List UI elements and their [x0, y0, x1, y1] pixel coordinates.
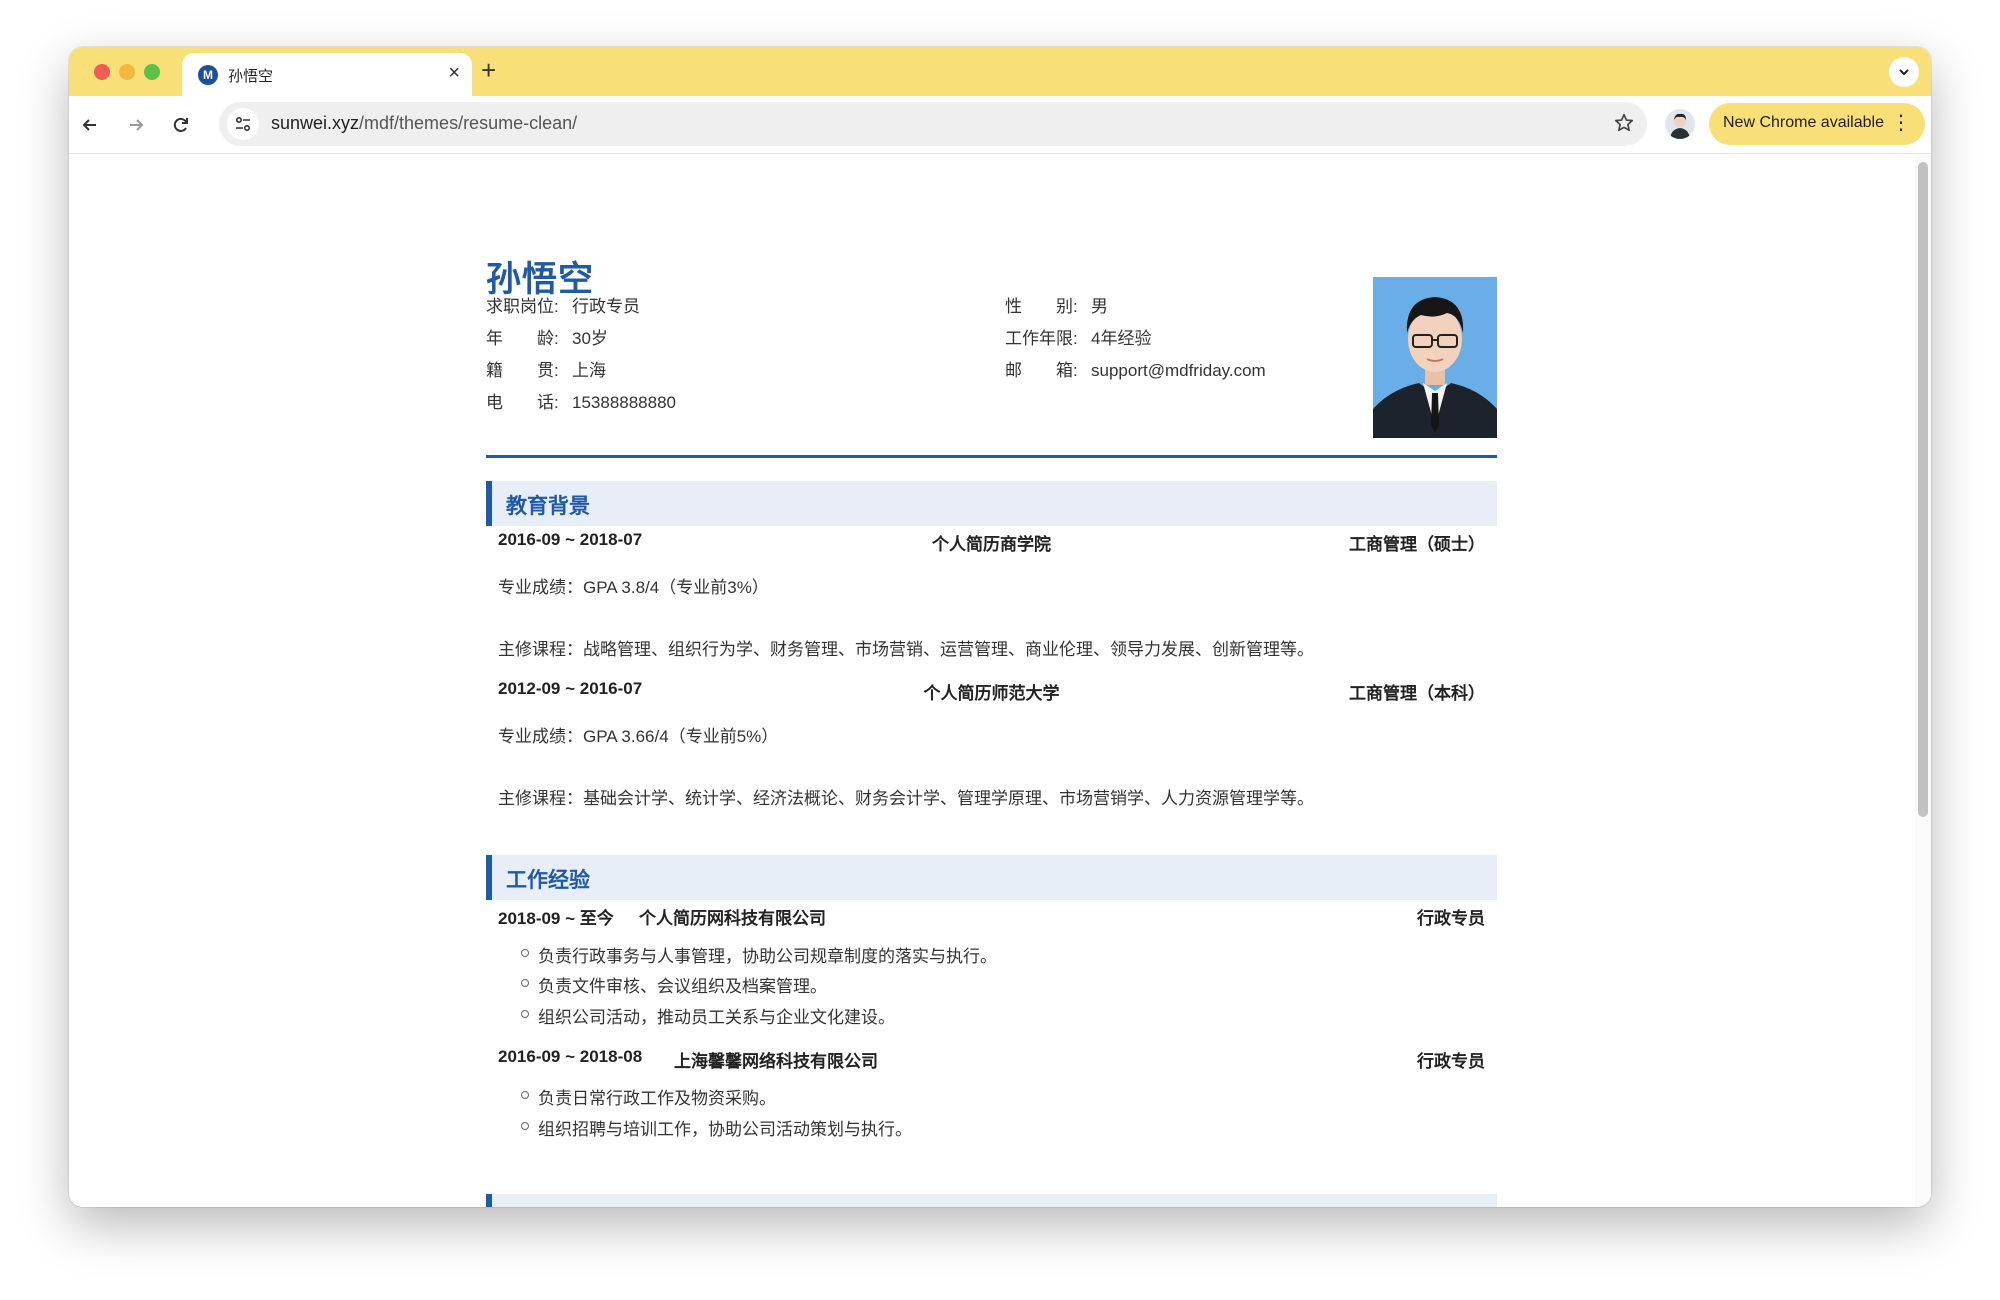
browser-toolbar: sunwei.xyz/mdf/themes/resume-clean/ New … [69, 96, 1931, 154]
info-experience-years: 工作年限: 4年经验 [1005, 324, 1151, 348]
work-date: 2016-09 ~ 2018-08 [498, 1047, 643, 1066]
section-education: 教育背景 [486, 481, 1497, 526]
url-path: /mdf/themes/resume-clean/ [359, 113, 578, 133]
arrow-left-icon [82, 119, 96, 131]
work-company: 上海馨馨网络科技有限公司 [674, 1052, 878, 1071]
tab-active[interactable]: M 孙悟空 × [182, 53, 472, 96]
page-viewport: 孙悟空 求职岗位: 行政专员 年 龄: 30岁 籍 贯: 上海 电 话: 1538888… [69, 154, 1931, 1207]
more-menu-icon[interactable]: ⋮ [1891, 110, 1911, 136]
info-value: 上海 [572, 361, 606, 380]
section-next [486, 1194, 1497, 1207]
info-label: 求职岗位: [486, 297, 559, 316]
info-value: 男 [1091, 297, 1108, 316]
info-label: 工作年限: [1005, 329, 1078, 348]
address-bar[interactable]: sunwei.xyz/mdf/themes/resume-clean/ [219, 102, 1647, 146]
info-label: 籍 贯: [486, 361, 559, 380]
maximize-window-button[interactable] [144, 64, 160, 80]
info-label: 电 话: [486, 393, 559, 412]
chevron-down-icon [1899, 69, 1909, 76]
education-degree: 工商管理（本科） [1349, 684, 1485, 703]
page-scrollbar[interactable] [1915, 154, 1931, 1207]
info-value: 30岁 [572, 329, 608, 348]
site-settings-button[interactable] [227, 108, 259, 140]
info-label: 年 龄: [486, 329, 559, 348]
url-text: sunwei.xyz/mdf/themes/resume-clean/ [271, 113, 577, 134]
work-entry: 2016-09 ~ 2018-08 上海馨馨网络科技有限公司 行政专员 [498, 1047, 1485, 1071]
tab-search-button[interactable] [1889, 57, 1919, 87]
work-date: 2018-09 ~ 至今 [498, 909, 614, 928]
work-duty: 负责行政事务与人事管理，协助公司规章制度的落实与执行。 [521, 942, 997, 967]
education-courses: 主修课程：战略管理、组织行为学、财务管理、市场营销、运营管理、商业伦理、领导力发… [498, 640, 1314, 659]
education-gpa: 专业成绩：GPA 3.8/4（专业前3%） [498, 578, 769, 597]
work-duty: 负责文件审核、会议组织及档案管理。 [521, 972, 827, 997]
section-title: 工作经验 [506, 869, 590, 892]
info-phone: 电 话: 15388888880 [486, 388, 676, 412]
info-label: 邮 箱: [1005, 361, 1078, 380]
header-divider [486, 455, 1497, 458]
browser-window: M 孙悟空 × + sunwei.xyz/mdf/themes/resume-c… [69, 47, 1931, 1207]
scrollbar-thumb[interactable] [1918, 162, 1928, 817]
tab-close-icon[interactable]: × [448, 61, 460, 85]
arrow-right-icon [130, 119, 144, 131]
education-school: 个人简历商学院 [932, 535, 1051, 554]
update-chrome-label: New Chrome available [1723, 114, 1884, 131]
site-favicon-icon: M [198, 65, 218, 85]
info-email: 邮 箱: support@mdfriday.com [1005, 356, 1266, 380]
work-position: 行政专员 [1417, 1052, 1485, 1071]
education-degree: 工商管理（硕士） [1349, 535, 1485, 554]
info-gender: 性 别: 男 [1005, 292, 1108, 316]
work-duty: 组织公司活动，推动员工关系与企业文化建设。 [521, 1003, 895, 1028]
tune-icon [235, 116, 251, 132]
education-entry: 2016-09 ~ 2018-07 个人简历商学院 工商管理（硕士） [498, 530, 1485, 554]
tab-title: 孙悟空 [228, 68, 274, 85]
work-entry: 2018-09 ~ 至今 个人简历网科技有限公司 行政专员 [498, 904, 1485, 928]
education-school: 个人简历师范大学 [923, 684, 1060, 703]
new-tab-button[interactable]: + [481, 55, 496, 85]
info-value: 4年经验 [1091, 329, 1152, 348]
profile-avatar[interactable] [1665, 109, 1695, 139]
work-duty: 组织招聘与培训工作，协助公司活动策划与执行。 [521, 1115, 912, 1140]
profile-photo [1373, 277, 1497, 438]
bookmark-star-icon[interactable] [1613, 112, 1635, 139]
info-age: 年 龄: 30岁 [486, 324, 608, 348]
back-button[interactable] [75, 110, 105, 140]
tab-strip: M 孙悟空 × + [69, 47, 1931, 96]
forward-button[interactable] [121, 110, 151, 140]
info-position: 求职岗位: 行政专员 [486, 292, 640, 316]
info-value: 15388888880 [572, 393, 677, 412]
url-domain: sunwei.xyz [271, 113, 360, 133]
section-work: 工作经验 [486, 855, 1497, 900]
update-chrome-button[interactable]: New Chrome available ⋮ [1709, 103, 1925, 145]
info-value: support@mdfriday.com [1091, 361, 1266, 380]
education-gpa: 专业成绩：GPA 3.66/4（专业前5%） [498, 727, 779, 746]
reload-icon [173, 117, 188, 132]
info-label: 性 别: [1005, 297, 1078, 316]
education-entry: 2012-09 ~ 2016-07 个人简历师范大学 工商管理（本科） [498, 679, 1485, 703]
education-courses: 主修课程：基础会计学、统计学、经济法概论、财务会计学、管理学原理、市场营销学、人… [498, 789, 1314, 808]
work-position: 行政专员 [1417, 909, 1485, 928]
reload-button[interactable] [166, 110, 196, 140]
close-window-button[interactable] [94, 64, 110, 80]
info-hometown: 籍 贯: 上海 [486, 356, 606, 380]
section-title: 教育背景 [506, 495, 590, 518]
work-company: 个人简历网科技有限公司 [639, 909, 826, 928]
work-duty: 负责日常行政工作及物资采购。 [521, 1084, 776, 1109]
minimize-window-button[interactable] [119, 64, 135, 80]
info-value: 行政专员 [572, 297, 640, 316]
